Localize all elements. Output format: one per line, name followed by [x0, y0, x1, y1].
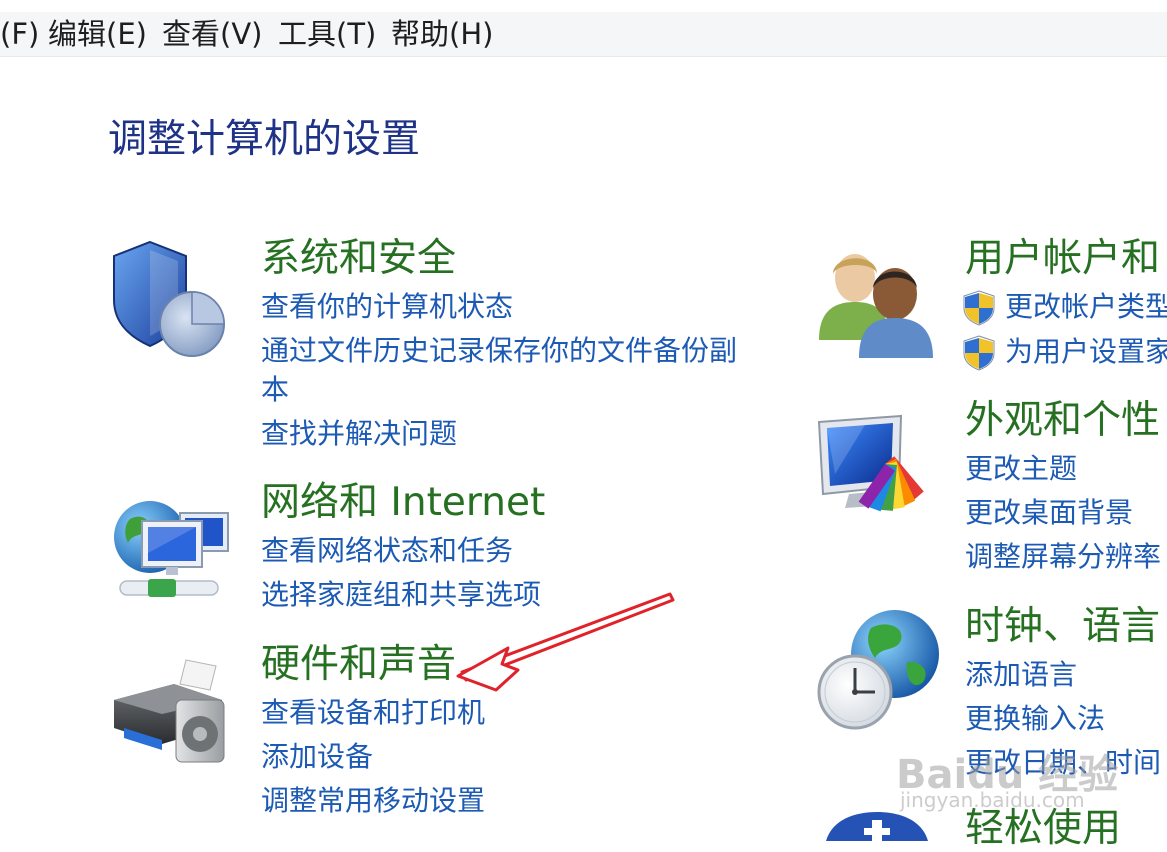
users-icon[interactable] — [815, 244, 939, 360]
ease-access-icon[interactable] — [822, 812, 932, 841]
uac-shield-icon — [963, 290, 995, 326]
shield-pie-icon[interactable] — [108, 240, 236, 362]
category-appearance[interactable]: 外观和个性 — [965, 398, 1160, 444]
link-troubleshoot[interactable]: 查找并解决问题 — [261, 417, 457, 451]
link-family-safety[interactable]: 为用户设置家 — [1005, 335, 1167, 369]
link-mobility-settings[interactable]: 调整常用移动设置 — [261, 784, 485, 818]
network-globe-icon[interactable] — [108, 493, 232, 607]
link-add-language[interactable]: 添加语言 — [965, 658, 1077, 692]
link-file-history-backup-cont[interactable]: 本 — [261, 373, 289, 407]
menu-tools[interactable]: 工具(T) — [278, 17, 376, 51]
category-user-accounts[interactable]: 用户帐户和 — [965, 236, 1160, 282]
category-network-internet[interactable]: 网络和 Internet — [261, 480, 545, 526]
category-hardware-sound[interactable]: 硬件和声音 — [261, 642, 456, 688]
category-ease-of-access[interactable]: 轻松使用 — [965, 806, 1121, 852]
menu-file[interactable]: (F) — [0, 17, 39, 51]
uac-shield-icon — [963, 335, 995, 371]
category-system-security[interactable]: 系统和安全 — [261, 236, 456, 282]
printer-speaker-icon[interactable] — [110, 656, 234, 768]
page-title: 调整计算机的设置 — [108, 117, 421, 162]
link-change-theme[interactable]: 更改主题 — [965, 452, 1077, 486]
link-file-history-backup[interactable]: 通过文件历史记录保存你的文件备份副 — [261, 334, 737, 368]
menu-view[interactable]: 查看(V) — [162, 17, 262, 51]
monitor-palette-icon[interactable] — [815, 414, 939, 524]
globe-clock-icon[interactable] — [815, 606, 941, 730]
menu-help[interactable]: 帮助(H) — [391, 17, 493, 51]
link-devices-printers[interactable]: 查看设备和打印机 — [261, 696, 485, 730]
link-change-account-type[interactable]: 更改帐户类型 — [1005, 290, 1167, 324]
link-screen-resolution[interactable]: 调整屏幕分辨率 — [965, 540, 1161, 574]
link-view-computer-status[interactable]: 查看你的计算机状态 — [261, 290, 513, 324]
link-network-status[interactable]: 查看网络状态和任务 — [261, 534, 513, 568]
menu-edit[interactable]: 编辑(E) — [48, 17, 147, 51]
watermark-url: jingyan.baidu.com — [900, 788, 1085, 812]
link-change-desktop-background[interactable]: 更改桌面背景 — [965, 496, 1133, 530]
link-change-input-method[interactable]: 更换输入法 — [965, 702, 1105, 736]
category-clock-language[interactable]: 时钟、语言 — [965, 604, 1160, 650]
menu-bar: (F) 编辑(E) 查看(V) 工具(T) 帮助(H) — [0, 12, 1167, 57]
link-homegroup-sharing[interactable]: 选择家庭组和共享选项 — [261, 578, 541, 612]
link-add-device[interactable]: 添加设备 — [261, 740, 373, 774]
